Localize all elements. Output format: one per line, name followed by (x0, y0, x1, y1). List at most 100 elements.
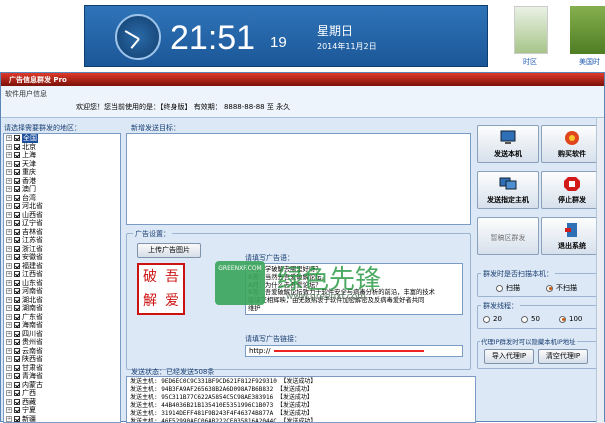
expand-icon[interactable]: + (6, 263, 12, 269)
region-tree-item[interactable]: +天津 (4, 160, 120, 169)
checkbox-icon[interactable] (14, 407, 20, 413)
checkbox-icon[interactable] (14, 212, 20, 218)
checkbox-icon[interactable] (14, 237, 20, 243)
checkbox-icon[interactable] (14, 416, 20, 422)
checkbox-icon[interactable] (14, 144, 20, 150)
region-tree[interactable]: +全国+北京+上海+天津+重庆+香港+澳门+台湾+河北省+山西省+辽宁省+吉林省… (3, 133, 121, 423)
expand-icon[interactable]: + (6, 356, 12, 362)
exit-button[interactable]: 退出系统 (541, 217, 603, 255)
send-local-button[interactable]: 发送本机 (477, 125, 539, 163)
checkbox-icon[interactable] (14, 254, 20, 260)
checkbox-icon[interactable] (14, 135, 20, 141)
region-tree-item[interactable]: +贵州省 (4, 338, 120, 347)
checkbox-icon[interactable] (14, 339, 20, 345)
expand-icon[interactable]: + (6, 331, 12, 337)
region-tree-item[interactable]: +内蒙古 (4, 381, 120, 390)
clear-proxy-button[interactable]: 清空代理IP (538, 349, 588, 364)
window-scrollbar[interactable] (596, 118, 604, 423)
expand-icon[interactable]: + (6, 280, 12, 286)
weather-thumbnail-2[interactable] (570, 6, 605, 54)
targets-textarea[interactable] (126, 133, 471, 225)
checkbox-icon[interactable] (14, 288, 20, 294)
speed-option-100[interactable]: 100 (559, 315, 582, 323)
title-bar[interactable]: 广告信息群发 Pro (1, 73, 604, 86)
region-tree-item[interactable]: +澳门 (4, 185, 120, 194)
expand-icon[interactable]: + (6, 416, 12, 422)
send-host-button[interactable]: 发送指定主机 (477, 171, 539, 209)
checkbox-icon[interactable] (14, 314, 20, 320)
speed-option-50[interactable]: 50 (521, 315, 540, 323)
expand-icon[interactable]: + (6, 203, 12, 209)
expand-icon[interactable]: + (6, 407, 12, 413)
region-tree-item[interactable]: +河北省 (4, 202, 120, 211)
expand-icon[interactable]: + (6, 152, 12, 158)
checkbox-icon[interactable] (14, 399, 20, 405)
region-tree-item[interactable]: +上海 (4, 151, 120, 160)
region-tree-item[interactable]: +浙江省 (4, 245, 120, 254)
checkbox-icon[interactable] (14, 305, 20, 311)
expand-icon[interactable]: + (6, 314, 12, 320)
checkbox-icon[interactable] (14, 382, 20, 388)
checkbox-icon[interactable] (14, 271, 20, 277)
checkbox-icon[interactable] (14, 297, 20, 303)
checkbox-icon[interactable] (14, 322, 20, 328)
expand-icon[interactable]: + (6, 229, 12, 235)
checkbox-icon[interactable] (14, 331, 20, 337)
region-tree-item[interactable]: +甘肃省 (4, 364, 120, 373)
region-tree-item[interactable]: +陕西省 (4, 355, 120, 364)
checkbox-icon[interactable] (14, 169, 20, 175)
region-tree-item[interactable]: +重庆 (4, 168, 120, 177)
region-tree-item[interactable]: +全国 (4, 134, 120, 143)
checkbox-icon[interactable] (14, 348, 20, 354)
send-log[interactable]: 发送主机: 9ED6EC0C9C331BF9CD621F812F929310 【… (126, 376, 476, 423)
region-tree-item[interactable]: +山西省 (4, 211, 120, 220)
buy-button[interactable]: 购买软件 (541, 125, 603, 163)
timezone-link[interactable]: 时区 (523, 57, 537, 67)
expand-icon[interactable]: + (6, 161, 12, 167)
expand-icon[interactable]: + (6, 169, 12, 175)
expand-icon[interactable]: + (6, 305, 12, 311)
checkbox-icon[interactable] (14, 246, 20, 252)
region-tree-item[interactable]: +北京 (4, 143, 120, 152)
checkbox-icon[interactable] (14, 365, 20, 371)
stop-button[interactable]: 停止群发 (541, 171, 603, 209)
region-tree-item[interactable]: +河南省 (4, 287, 120, 296)
checkbox-icon[interactable] (14, 220, 20, 226)
checkbox-icon[interactable] (14, 356, 20, 362)
region-tree-item[interactable]: +辽宁省 (4, 219, 120, 228)
expand-icon[interactable]: + (6, 254, 12, 260)
expand-icon[interactable]: + (6, 178, 12, 184)
region-tree-item[interactable]: +四川省 (4, 330, 120, 339)
pause-button[interactable]: 暂稿区群发 (477, 217, 539, 255)
checkbox-icon[interactable] (14, 229, 20, 235)
region-tree-item[interactable]: +吉林省 (4, 228, 120, 237)
import-proxy-button[interactable]: 导入代理IP (484, 349, 534, 364)
expand-icon[interactable]: + (6, 390, 12, 396)
region-tree-item[interactable]: +香港 (4, 177, 120, 186)
no-scan-option[interactable]: 不扫描 (546, 283, 577, 293)
expand-icon[interactable]: + (6, 271, 12, 277)
checkbox-icon[interactable] (14, 390, 20, 396)
region-tree-item[interactable]: +安徽省 (4, 253, 120, 262)
checkbox-icon[interactable] (14, 178, 20, 184)
expand-icon[interactable]: + (6, 144, 12, 150)
speed-option-20[interactable]: 20 (483, 315, 502, 323)
expand-icon[interactable]: + (6, 135, 12, 141)
expand-icon[interactable]: + (6, 339, 12, 345)
expand-icon[interactable]: + (6, 373, 12, 379)
expand-icon[interactable]: + (6, 382, 12, 388)
region-tree-item[interactable]: +江苏省 (4, 236, 120, 245)
region-tree-item[interactable]: +山东省 (4, 279, 120, 288)
scan-option[interactable]: 扫描 (496, 283, 520, 293)
weather-thumbnail[interactable] (514, 6, 548, 54)
region-tree-item[interactable]: +福建省 (4, 262, 120, 271)
upload-ad-image-button[interactable]: 上传广告图片 (137, 243, 201, 258)
expand-icon[interactable]: + (6, 195, 12, 201)
checkbox-icon[interactable] (14, 195, 20, 201)
expand-icon[interactable]: + (6, 288, 12, 294)
region-tree-item[interactable]: +江西省 (4, 270, 120, 279)
expand-icon[interactable]: + (6, 237, 12, 243)
region-tree-item[interactable]: +宁夏 (4, 406, 120, 415)
region-tree-item[interactable]: +青海省 (4, 372, 120, 381)
region-tree-item[interactable]: +广西 (4, 389, 120, 398)
